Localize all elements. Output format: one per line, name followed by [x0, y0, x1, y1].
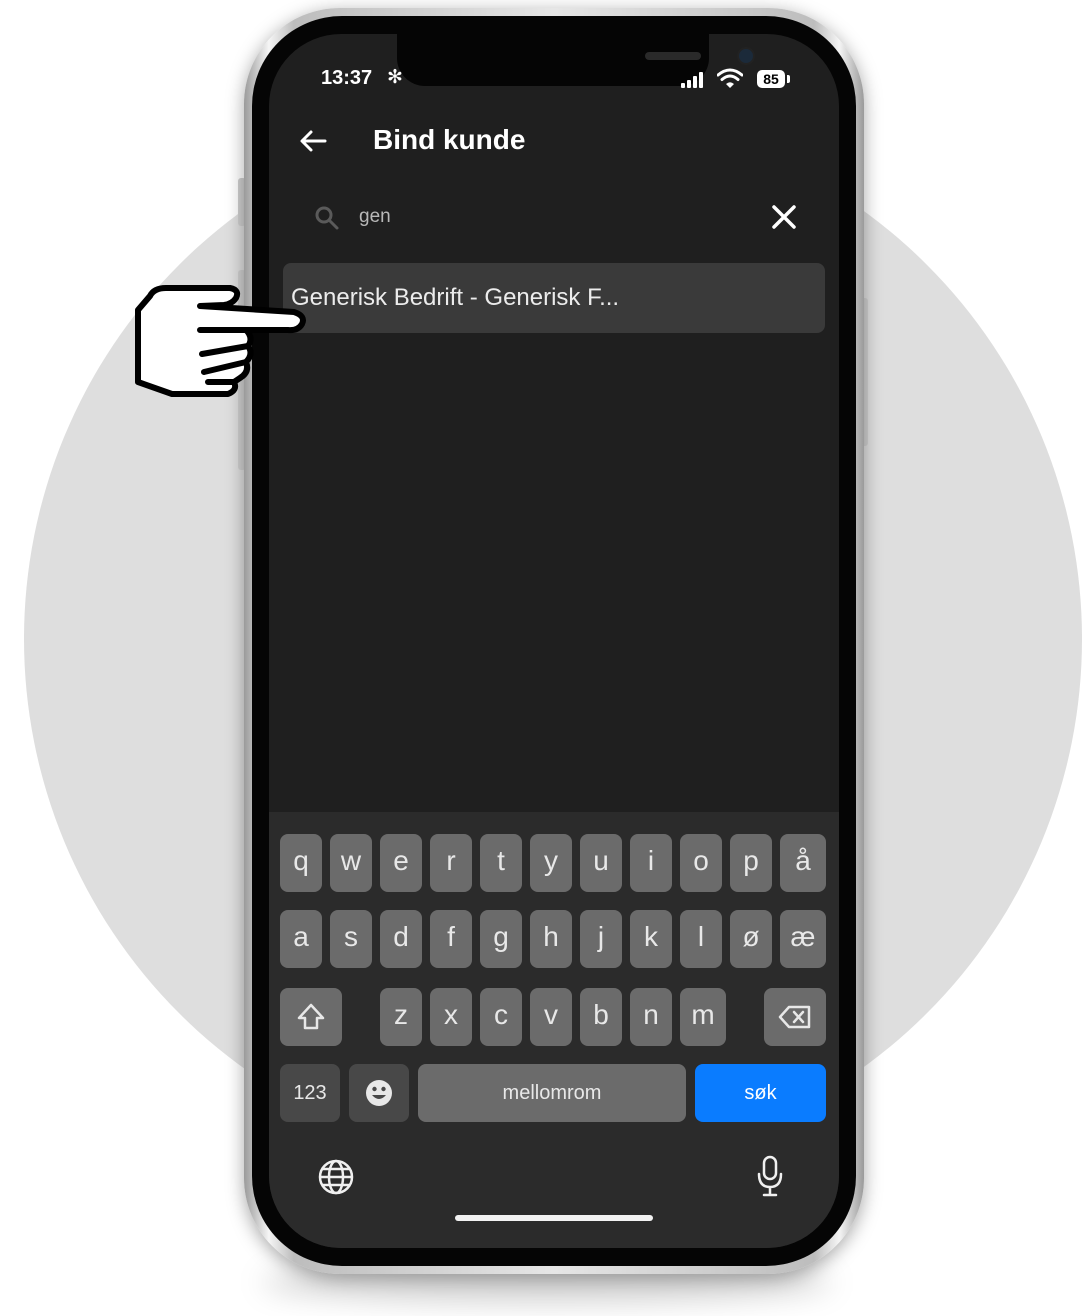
- phone-screen: 13:37 ✻ 85 Bind kunde gen Generisk Bedri…: [269, 34, 839, 1248]
- key-e[interactable]: e: [380, 834, 422, 892]
- key-u[interactable]: u: [580, 834, 622, 892]
- key-w[interactable]: w: [330, 834, 372, 892]
- key-h[interactable]: h: [530, 910, 572, 968]
- emoji-key[interactable]: [349, 1064, 409, 1122]
- notch: [397, 34, 753, 86]
- key-q[interactable]: q: [280, 834, 322, 892]
- key-l[interactable]: l: [680, 910, 722, 968]
- speaker: [645, 52, 701, 60]
- numbers-key[interactable]: 123: [280, 1064, 340, 1122]
- key-ae[interactable]: æ: [780, 910, 826, 968]
- backspace-key[interactable]: [764, 988, 826, 1046]
- key-z[interactable]: z: [380, 988, 422, 1046]
- signal-icon: [681, 72, 707, 88]
- key-f[interactable]: f: [430, 910, 472, 968]
- backspace-icon: [778, 1005, 811, 1029]
- page-title: Bind kunde: [373, 124, 526, 155]
- battery-icon: 85: [757, 70, 785, 88]
- pointing-hand-icon: [135, 285, 306, 397]
- key-s[interactable]: s: [330, 910, 372, 968]
- close-icon[interactable]: [769, 202, 799, 232]
- key-v[interactable]: v: [530, 988, 572, 1046]
- key-j[interactable]: j: [580, 910, 622, 968]
- key-a[interactable]: a: [280, 910, 322, 968]
- key-x[interactable]: x: [430, 988, 472, 1046]
- shift-icon: [297, 1003, 325, 1030]
- search-result-item[interactable]: Generisk Bedrift - Generisk F...: [283, 263, 825, 333]
- search-icon: [315, 206, 339, 230]
- key-p[interactable]: p: [730, 834, 772, 892]
- home-indicator: [455, 1215, 653, 1221]
- key-k[interactable]: k: [630, 910, 672, 968]
- wifi-icon: [717, 68, 743, 88]
- emoji-icon: [366, 1080, 392, 1106]
- search-result-label: Generisk Bedrift - Generisk F...: [291, 284, 620, 311]
- shift-key[interactable]: [280, 988, 342, 1046]
- search-action-key[interactable]: søk: [695, 1064, 826, 1122]
- back-arrow-icon[interactable]: [295, 126, 331, 156]
- microphone-icon[interactable]: [755, 1154, 785, 1198]
- key-i[interactable]: i: [630, 834, 672, 892]
- space-key[interactable]: mellomrom: [418, 1064, 686, 1122]
- key-g[interactable]: g: [480, 910, 522, 968]
- front-camera: [739, 49, 753, 63]
- status-time: 13:37: [321, 67, 373, 89]
- key-b[interactable]: b: [580, 988, 622, 1046]
- snowflake-icon: ✻: [387, 67, 403, 88]
- key-d[interactable]: d: [380, 910, 422, 968]
- key-oe[interactable]: ø: [730, 910, 772, 968]
- search-input[interactable]: gen: [359, 206, 391, 228]
- battery-tip: [787, 75, 790, 83]
- key-m[interactable]: m: [680, 988, 726, 1046]
- key-c[interactable]: c: [480, 988, 522, 1046]
- globe-icon[interactable]: [317, 1158, 355, 1196]
- key-t[interactable]: t: [480, 834, 522, 892]
- key-y[interactable]: y: [530, 834, 572, 892]
- key-r[interactable]: r: [430, 834, 472, 892]
- key-o[interactable]: o: [680, 834, 722, 892]
- key-n[interactable]: n: [630, 988, 672, 1046]
- key-aa[interactable]: å: [780, 834, 826, 892]
